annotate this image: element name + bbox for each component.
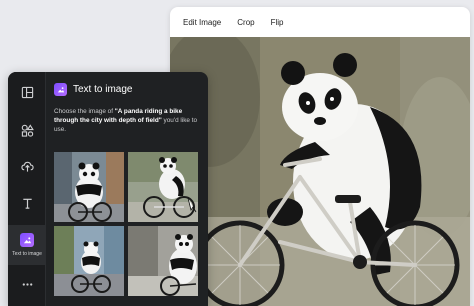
upload-icon[interactable] [8,154,46,178]
editor-toolbar: Edit Image Crop Flip [170,7,470,37]
result-thumbnail-2[interactable] [128,152,198,222]
main-canvas-image[interactable] [170,37,470,306]
rail-item-text-to-image[interactable]: Text to image [8,225,46,265]
result-thumbnail-1[interactable] [54,152,124,222]
panel-title: Text to image [73,84,133,95]
rail-label-text-to-image: Text to image [12,251,42,257]
edit-image-button[interactable]: Edit Image [183,18,221,27]
result-thumbnail-4[interactable] [128,226,198,296]
panel-description: Choose the image of "A panda riding a bi… [54,108,198,133]
more-icon[interactable] [8,272,46,296]
panel-content: Text to image Choose the image of "A pan… [46,72,208,306]
flip-button[interactable]: Flip [271,18,284,27]
text-to-image-icon [20,233,34,247]
text-icon[interactable] [8,191,46,215]
result-thumbnail-3[interactable] [54,226,124,296]
layout-icon[interactable] [8,80,46,104]
side-rail: Text to image [8,72,46,306]
panel-header: Text to image [54,83,200,96]
panda-bike-illustration [170,37,470,306]
text-to-image-panel: Text to image Text to image Choose the i… [8,72,208,306]
result-grid [54,152,200,296]
crop-button[interactable]: Crop [237,18,254,27]
elements-icon[interactable] [8,118,46,142]
text-to-image-header-icon [54,83,67,96]
image-editor: Edit Image Crop Flip [170,7,470,306]
